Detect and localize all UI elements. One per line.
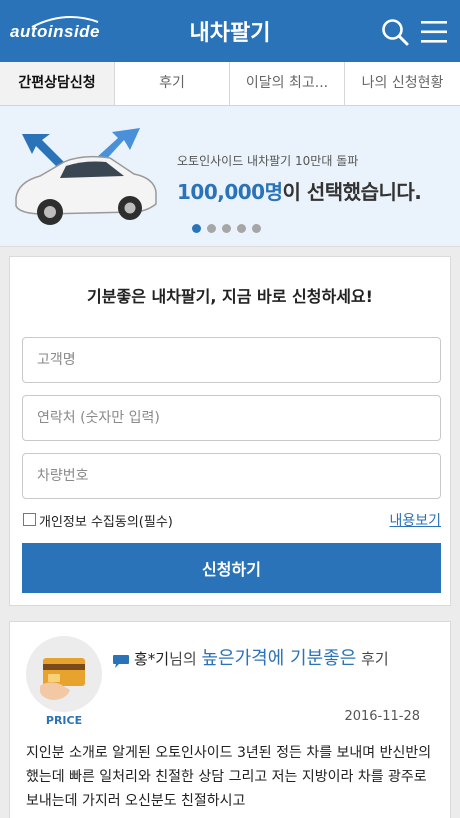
banner-count: 100,000명	[177, 180, 283, 204]
customer-name-input[interactable]	[22, 337, 441, 383]
banner-headline: 100,000명이 선택했습니다.	[177, 176, 422, 205]
review-tail: 후기	[361, 650, 389, 668]
phone-input[interactable]	[22, 395, 441, 441]
privacy-agree-label[interactable]: 개인정보 수집동의(필수)	[39, 511, 173, 530]
search-button[interactable]	[380, 17, 410, 47]
tab-my-status[interactable]: 나의 신청현황	[345, 62, 460, 105]
submit-button[interactable]: 신청하기	[22, 543, 441, 593]
menu-button[interactable]	[419, 17, 449, 47]
hamburger-menu-icon	[421, 21, 447, 43]
privacy-checkbox[interactable]	[23, 513, 36, 526]
carousel-dot-1[interactable]	[192, 224, 201, 233]
price-label: PRICE	[45, 714, 83, 727]
tab-bar: 간편상담신청 후기 이달의 최고... 나의 신청현황	[0, 62, 460, 106]
carousel-dot-3[interactable]	[222, 224, 231, 233]
review-body: 지인분 소개로 알게된 오토인사이드 3년된 정든 차를 보내며 반신반의했는데…	[26, 745, 432, 809]
tab-monthly-best[interactable]: 이달의 최고...	[230, 62, 345, 105]
carousel-dot-4[interactable]	[237, 224, 246, 233]
brand-logo[interactable]: autoinside	[10, 22, 100, 42]
banner-subtitle: 오토인사이드 내차팔기 10만대 돌파	[177, 154, 359, 168]
carousel-dots	[192, 224, 261, 233]
review-date: 2016-11-28	[344, 709, 420, 724]
privacy-agree-row: 개인정보 수집동의(필수) 내용보기	[22, 510, 441, 530]
terms-link[interactable]: 내용보기	[389, 510, 441, 530]
consult-form: 기분좋은 내차팔기, 지금 바로 신청하세요! 개인정보 수집동의(필수) 내용…	[9, 256, 451, 606]
review-card[interactable]: PRICE 홍*기님의 높은가격에 기분좋은 후기 2016-11-28 지인분…	[9, 621, 451, 818]
carousel-dot-2[interactable]	[207, 224, 216, 233]
speech-bubble-icon	[113, 655, 129, 668]
search-icon	[382, 19, 409, 46]
price-avatar	[26, 636, 102, 712]
review-suffix: 님의	[169, 650, 197, 668]
banner-headline-rest: 이 선택했습니다.	[282, 180, 422, 204]
review-title[interactable]: 높은가격에 기분좋은	[202, 648, 357, 669]
tab-quick-consult[interactable]: 간편상담신청	[0, 62, 115, 105]
credit-card-icon	[40, 658, 85, 700]
car-illustration-icon	[15, 128, 157, 225]
carousel-dot-5[interactable]	[252, 224, 261, 233]
tab-reviews[interactable]: 후기	[115, 62, 230, 105]
form-title: 기분좋은 내차팔기, 지금 바로 신청하세요!	[87, 287, 373, 306]
review-user: 홍*기	[134, 650, 170, 668]
review-heading: 홍*기님의 높은가격에 기분좋은 후기	[134, 647, 434, 671]
car-number-input[interactable]	[22, 453, 441, 499]
app-header: autoinside 내차팔기	[0, 0, 460, 62]
